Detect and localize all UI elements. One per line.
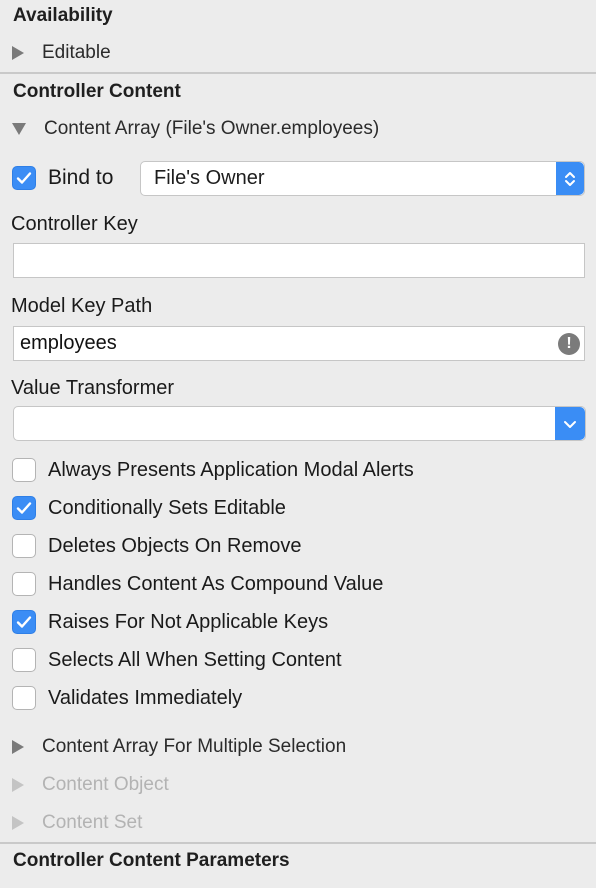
validates-immediately-checkbox[interactable] (12, 686, 36, 710)
deletes-objects-checkbox[interactable] (12, 534, 36, 558)
combobox-dropdown-button[interactable] (555, 407, 585, 440)
option-deletes-objects-row[interactable]: Deletes Objects On Remove (12, 534, 301, 558)
controller-key-field[interactable] (13, 243, 585, 278)
controller-content-parameters-title: Controller Content Parameters (13, 850, 290, 871)
bind-to-popup[interactable]: File's Owner (140, 161, 585, 196)
option-label: Raises For Not Applicable Keys (48, 610, 329, 633)
option-label: Conditionally Sets Editable (48, 496, 286, 519)
popup-arrows-button[interactable] (556, 162, 584, 195)
chevron-down-icon (564, 420, 576, 428)
always-presents-checkbox[interactable] (12, 458, 36, 482)
content-object-label: Content Object (42, 774, 169, 795)
content-set-disclosure[interactable]: Content Set (12, 812, 142, 834)
section-divider (0, 842, 596, 844)
option-label: Handles Content As Compound Value (48, 572, 384, 595)
controller-content-section-title: Controller Content (13, 81, 181, 102)
up-down-chevrons-icon (565, 171, 575, 186)
disclosure-right-icon[interactable] (12, 816, 24, 830)
bind-to-selected-value: File's Owner (154, 167, 265, 189)
bind-to-checkbox[interactable] (12, 166, 36, 190)
handles-content-checkbox[interactable] (12, 572, 36, 596)
option-conditionally-sets-row[interactable]: Conditionally Sets Editable (12, 496, 286, 520)
option-label: Selects All When Setting Content (48, 648, 342, 671)
option-selects-all-row[interactable]: Selects All When Setting Content (12, 648, 342, 672)
section-divider (0, 72, 596, 74)
checkmark-icon (16, 616, 32, 628)
disclosure-down-icon[interactable] (12, 123, 26, 135)
availability-section-title: Availability (13, 5, 113, 26)
option-label: Always Presents Application Modal Alerts (48, 458, 414, 481)
bind-to-label: Bind to (48, 166, 114, 189)
value-transformer-combobox[interactable] (13, 406, 586, 441)
disclosure-right-icon[interactable] (12, 740, 24, 754)
disclosure-right-icon[interactable] (12, 46, 24, 60)
controller-key-label: Controller Key (11, 213, 138, 235)
content-array-label: Content Array (File's Owner.employees) (44, 118, 380, 139)
model-key-path-value: employees (20, 332, 117, 354)
content-array-disclosure[interactable]: Content Array (File's Owner.employees) (12, 118, 379, 140)
content-set-label: Content Set (42, 812, 143, 833)
option-label: Validates Immediately (48, 686, 243, 709)
content-object-disclosure[interactable]: Content Object (12, 774, 169, 796)
content-array-multiple-disclosure[interactable]: Content Array For Multiple Selection (12, 736, 346, 758)
option-validates-immediately-row[interactable]: Validates Immediately (12, 686, 242, 710)
content-array-multiple-label: Content Array For Multiple Selection (42, 736, 347, 757)
option-handles-content-row[interactable]: Handles Content As Compound Value (12, 572, 383, 596)
raises-for-checkbox[interactable] (12, 610, 36, 634)
warning-icon[interactable]: ! (558, 333, 580, 355)
model-key-path-field[interactable]: employees (13, 326, 585, 361)
checkmark-icon (16, 172, 32, 184)
checkmark-icon (16, 502, 32, 514)
editable-disclosure[interactable]: Editable (12, 42, 111, 64)
option-raises-for-row[interactable]: Raises For Not Applicable Keys (12, 610, 328, 634)
value-transformer-label: Value Transformer (11, 377, 175, 399)
editable-label: Editable (42, 42, 111, 63)
conditionally-sets-checkbox[interactable] (12, 496, 36, 520)
option-always-presents-row[interactable]: Always Presents Application Modal Alerts (12, 458, 414, 482)
disclosure-right-icon[interactable] (12, 778, 24, 792)
selects-all-checkbox[interactable] (12, 648, 36, 672)
model-key-path-label: Model Key Path (11, 295, 153, 317)
option-label: Deletes Objects On Remove (48, 534, 302, 557)
bind-to-checkbox-row[interactable]: Bind to (12, 166, 113, 190)
